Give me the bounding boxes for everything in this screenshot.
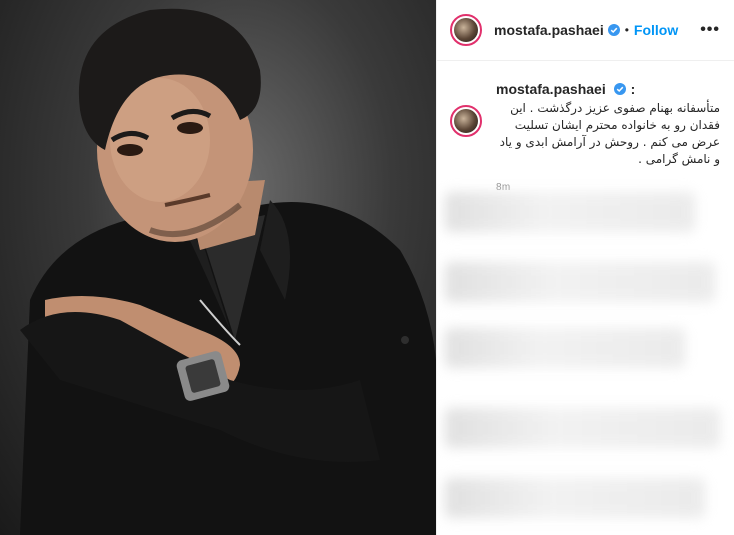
author-username[interactable]: mostafa.pashaei bbox=[494, 22, 604, 38]
more-options-icon[interactable]: ••• bbox=[700, 21, 720, 39]
caption-avatar[interactable] bbox=[450, 105, 482, 137]
separator-dot: • bbox=[624, 23, 629, 37]
post-header: mostafa.pashaei • Follow ••• bbox=[437, 0, 734, 61]
caption-username[interactable]: mostafa.pashaei bbox=[496, 81, 606, 97]
portrait-illustration bbox=[20, 8, 436, 535]
follow-button[interactable]: Follow bbox=[634, 22, 678, 38]
verified-badge-icon bbox=[607, 24, 620, 36]
post-photo[interactable] bbox=[0, 0, 436, 535]
caption-text: متأسفانه بهنام صفوی عزیز درگذشت . این فق… bbox=[499, 101, 720, 166]
post-sidebar: mostafa.pashaei • Follow ••• mostafa.pas… bbox=[436, 0, 734, 535]
blurred-comments bbox=[437, 178, 734, 535]
caption-block: mostafa.pashaei : متأسفانه بهنام صفوی عز… bbox=[437, 61, 734, 193]
caption-colon: : bbox=[630, 81, 636, 97]
author-avatar[interactable] bbox=[450, 14, 482, 46]
instagram-post: mostafa.pashaei • Follow ••• mostafa.pas… bbox=[0, 0, 734, 535]
verified-badge-icon bbox=[614, 83, 627, 95]
